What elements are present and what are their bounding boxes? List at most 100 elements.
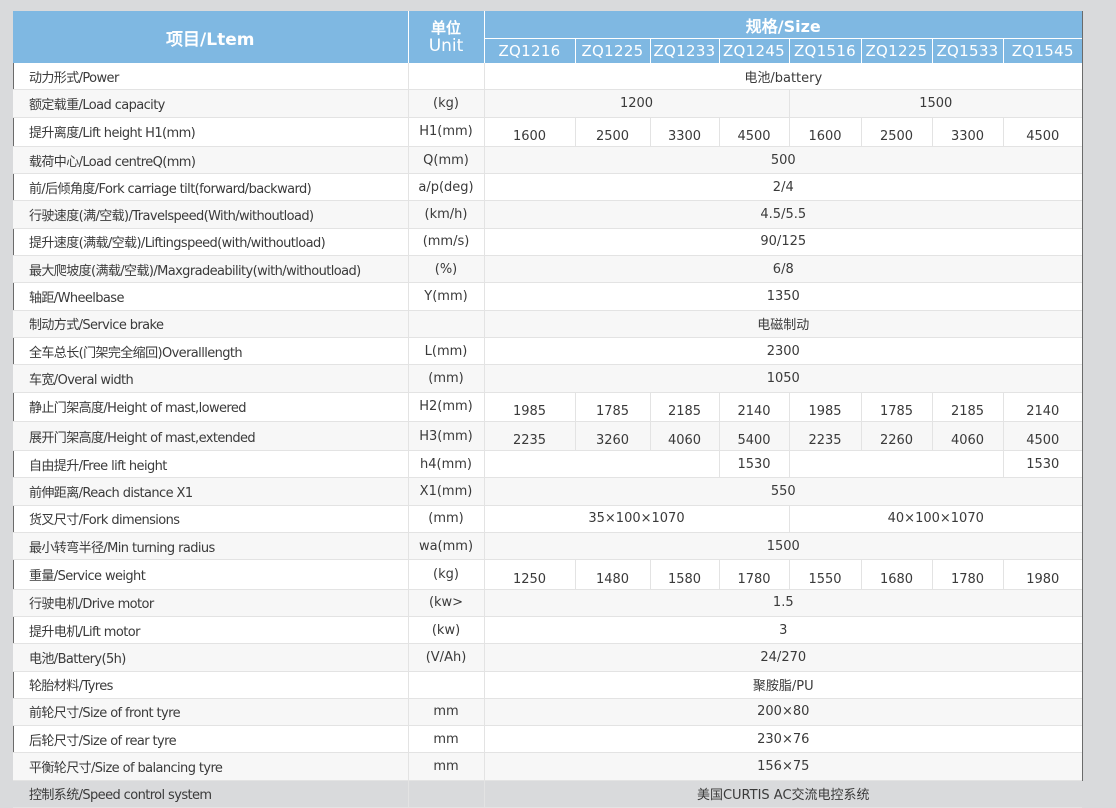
row-value: 4500 — [1003, 421, 1083, 452]
row-tyres: 轮胎材料/Tyres 聚胺脂/PU — [13, 671, 1083, 699]
row-mastext: 展开门架高度/Height of mast,extended H3(mm) 22… — [13, 421, 1083, 452]
row-value: 1.5 — [484, 589, 1083, 617]
row-value: 24/270 — [484, 643, 1083, 672]
row-value: 4500 — [1003, 117, 1083, 147]
row-value: 2260 — [861, 421, 933, 452]
row-value: 1250 — [484, 559, 576, 590]
row-reach: 前伸距离/Reach distance X1 X1(mm) 550 — [13, 477, 1083, 506]
row-value: 1530 — [719, 450, 790, 479]
row-value: 35×100×1070 — [484, 505, 790, 534]
row-unit: mm — [408, 752, 485, 781]
row-label: 提升速度(满载/空载)/Liftingspeed(with/withoutloa… — [13, 228, 409, 257]
row-value: 4060 — [650, 421, 720, 452]
row-value: 40×100×1070 — [789, 505, 1083, 534]
row-value: 4060 — [932, 421, 1004, 452]
row-unit: (mm) — [408, 505, 485, 534]
row-label: 平衡轮尺寸/Size of balancing tyre — [13, 752, 409, 781]
row-load: 额定载重/Load capacity (kg) 1200 1500 — [13, 89, 1083, 118]
row-unit: a/p(deg) — [408, 173, 485, 202]
row-value: 聚胺脂/PU — [484, 671, 1083, 699]
row-value: 电磁制动 — [484, 310, 1083, 338]
row-value: 1600 — [789, 117, 862, 147]
row-label: 最小转弯半径/Min turning radius — [13, 532, 409, 561]
row-label: 动力形式/Power — [13, 63, 409, 91]
row-unit: Y(mm) — [408, 282, 485, 311]
row-unit: wa(mm) — [408, 532, 485, 561]
row-unit: (kg) — [408, 559, 485, 590]
row-value: 2140 — [719, 392, 790, 422]
row-value: 3300 — [932, 117, 1004, 147]
header-unit-en: Unit — [428, 36, 464, 56]
row-unit: (km/h) — [408, 200, 485, 229]
row-label: 最大爬坡度(满载/空载)/Maxgradeability(with/withou… — [13, 255, 409, 284]
row-unit — [408, 671, 485, 699]
row-value-empty — [484, 450, 720, 479]
row-label: 额定载重/Load capacity — [13, 89, 409, 118]
row-value: 1985 — [484, 392, 576, 422]
row-value: 1050 — [484, 364, 1083, 393]
row-value: 1785 — [575, 392, 651, 422]
row-value: 1600 — [484, 117, 576, 147]
model-header: ZQ1225 — [860, 38, 932, 63]
header-item: 项目/Ltem — [13, 11, 408, 63]
model-header: ZQ1245 — [718, 38, 789, 63]
row-value: 美国CURTIS AC交流电控系统 — [484, 780, 1083, 808]
row-unit — [408, 780, 485, 808]
row-value: 1580 — [650, 559, 720, 590]
row-liftspeed: 提升速度(满载/空载)/Liftingspeed(with/withoutloa… — [13, 228, 1083, 257]
row-value: 1530 — [1003, 450, 1083, 479]
row-width: 车宽/Overal width (mm) 1050 — [13, 364, 1083, 393]
row-unit: (%) — [408, 255, 485, 284]
row-tilt: 前/后倾角度/Fork carriage tilt(forward/backwa… — [13, 173, 1083, 202]
row-label: 车宽/Overal width — [13, 364, 409, 393]
row-value: 2140 — [1003, 392, 1083, 422]
row-label: 提升离度/Lift height H1(mm) — [13, 117, 409, 147]
row-label: 后轮尺寸/Size of rear tyre — [13, 725, 409, 754]
row-label: 制动方式/Service brake — [13, 310, 409, 338]
row-unit: H1(mm) — [408, 117, 485, 147]
model-header: ZQ1533 — [931, 38, 1003, 63]
model-header: ZQ1225 — [574, 38, 650, 63]
row-turn: 最小转弯半径/Min turning radius wa(mm) 1500 — [13, 532, 1083, 561]
row-freelift: 自由提升/Free lift height h4(mm) 1530 1530 — [13, 450, 1083, 479]
row-center: 载荷中心/Load centreQ(mm) Q(mm) 500 — [13, 146, 1083, 175]
row-unit: H2(mm) — [408, 392, 485, 422]
row-label: 载荷中心/Load centreQ(mm) — [13, 146, 409, 175]
row-label: 静止门架高度/Height of mast,lowered — [13, 392, 409, 422]
row-value: 500 — [484, 146, 1083, 175]
row-value: 1980 — [1003, 559, 1083, 590]
row-value: 3300 — [650, 117, 720, 147]
row-battery: 电池/Battery(5h) (V/Ah) 24/270 — [13, 643, 1083, 672]
row-value: 2235 — [789, 421, 862, 452]
row-mastlow: 静止门架高度/Height of mast,lowered H2(mm) 198… — [13, 392, 1083, 422]
row-wheelbase: 轴距/Wheelbase Y(mm) 1350 — [13, 282, 1083, 311]
row-grade: 最大爬坡度(满载/空载)/Maxgradeability(with/withou… — [13, 255, 1083, 284]
row-unit: X1(mm) — [408, 477, 485, 506]
row-brake: 制动方式/Service brake 电磁制动 — [13, 310, 1083, 338]
row-label: 轴距/Wheelbase — [13, 282, 409, 311]
row-front: 前轮尺寸/Size of front tyre mm 200×80 — [13, 698, 1083, 727]
row-label: 提升电机/Lift motor — [13, 616, 409, 645]
row-value: 156×75 — [484, 752, 1083, 781]
row-value: 4500 — [719, 117, 790, 147]
row-value: 电池/battery — [484, 63, 1083, 91]
row-label: 前伸距离/Reach distance X1 — [13, 477, 409, 506]
row-label: 展开门架高度/Height of mast,extended — [13, 421, 409, 452]
row-liftmotor: 提升电机/Lift motor (kw) 3 — [13, 616, 1083, 645]
row-travel: 行驶速度(满/空载)/Travelspeed(With/withoutload)… — [13, 200, 1083, 229]
row-unit: mm — [408, 725, 485, 754]
row-unit: mm — [408, 698, 485, 727]
row-value: 2185 — [650, 392, 720, 422]
row-value: 2/4 — [484, 173, 1083, 202]
row-drive: 行驶电机/Drive motor (kw> 1.5 — [13, 589, 1083, 617]
row-value: 200×80 — [484, 698, 1083, 727]
row-unit: (kw) — [408, 616, 485, 645]
header-unit: 单位 Unit — [407, 11, 484, 63]
row-control: 控制系统/Speed control system 美国CURTIS AC交流电… — [13, 780, 1083, 808]
row-value: 230×76 — [484, 725, 1083, 754]
row-value: 90/125 — [484, 228, 1083, 257]
row-unit: L(mm) — [408, 337, 485, 366]
row-value: 1480 — [575, 559, 651, 590]
row-unit — [408, 310, 485, 338]
row-value: 550 — [484, 477, 1083, 506]
